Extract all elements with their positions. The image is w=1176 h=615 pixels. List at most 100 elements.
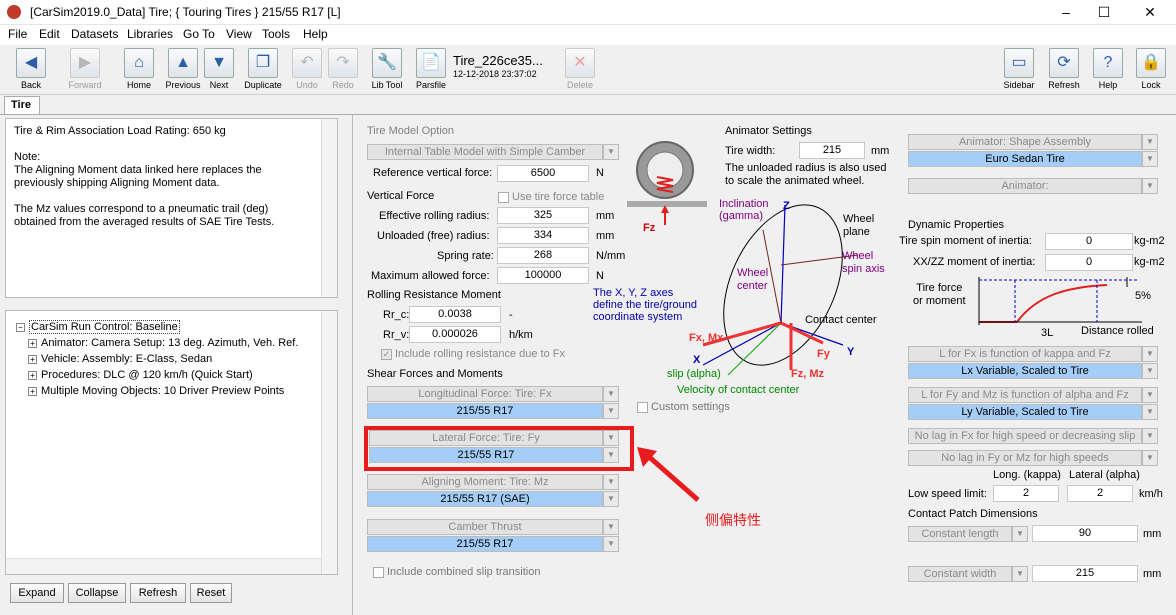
next-button[interactable]: ▼ Next xyxy=(196,48,242,92)
tree-root[interactable]: − CarSim Run Control: Baseline xyxy=(16,320,180,334)
chevron-down-icon[interactable]: ▼ xyxy=(603,144,619,160)
chevron-down-icon[interactable]: ▼ xyxy=(1142,450,1158,466)
vf-input-1[interactable]: 334 xyxy=(497,227,589,244)
menu-datasets[interactable]: Datasets xyxy=(71,27,118,41)
low-speed-lat-input[interactable]: 2 xyxy=(1067,485,1133,502)
vf-input-3[interactable]: 100000 xyxy=(497,267,589,284)
sidebar-button[interactable]: ▭ Sidebar xyxy=(996,48,1042,92)
vf-input-2[interactable]: 268 xyxy=(497,247,589,264)
refresh-tree-button[interactable]: Refresh xyxy=(130,583,186,603)
collapse-button[interactable]: Collapse xyxy=(68,583,126,603)
collapse-icon[interactable]: − xyxy=(16,322,25,332)
redo-button[interactable]: ↷ Redo xyxy=(320,48,366,92)
home-button[interactable]: ⌂ Home xyxy=(116,48,162,92)
chevron-down-icon[interactable]: ▼ xyxy=(603,474,619,490)
chevron-down-icon[interactable]: ▼ xyxy=(1142,151,1158,167)
duplicate-button[interactable]: ❐ Duplicate xyxy=(240,48,286,92)
expand-icon[interactable]: + xyxy=(28,370,37,380)
minimize-button[interactable]: – xyxy=(1048,2,1084,22)
spin-inertia-input[interactable]: 0 xyxy=(1045,233,1133,250)
vf-input-0[interactable]: 325 xyxy=(497,207,589,224)
refresh-button[interactable]: ⟳ Refresh xyxy=(1041,48,1087,92)
tire-model-dropdown[interactable]: Internal Table Model with Simple Camber xyxy=(367,144,603,160)
close-button[interactable]: ✕ xyxy=(1132,2,1168,22)
expand-icon[interactable]: + xyxy=(28,386,37,396)
aligning-moment-label[interactable]: Aligning Moment: Tire: Mz xyxy=(367,474,603,490)
constant-length-dropdown[interactable]: Constant length xyxy=(908,526,1012,542)
help-button[interactable]: ? Help xyxy=(1085,48,1131,92)
tree-item[interactable]: + Vehicle: Assembly: E-Class, Sedan xyxy=(28,353,212,365)
longitudinal-force-value[interactable]: 215/55 R17 xyxy=(367,403,603,419)
menu-help[interactable]: Help xyxy=(303,27,328,41)
tree-hscrollbar[interactable] xyxy=(6,558,321,574)
constant-width-input[interactable]: 215 xyxy=(1032,565,1138,582)
longitudinal-force-label[interactable]: Longitudinal Force: Tire: Fx xyxy=(367,386,603,402)
low-speed-long-input[interactable]: 2 xyxy=(993,485,1059,502)
constant-width-dropdown[interactable]: Constant width xyxy=(908,566,1012,582)
menu-file[interactable]: File xyxy=(8,27,27,41)
chevron-down-icon[interactable]: ▼ xyxy=(1142,134,1158,150)
xx-inertia-label: XX/ZZ moment of inertia: xyxy=(913,256,1036,268)
chevron-down-icon[interactable]: ▼ xyxy=(1142,346,1158,362)
menu-edit[interactable]: Edit xyxy=(39,27,60,41)
chevron-down-icon[interactable]: ▼ xyxy=(1142,404,1158,420)
animator-shape-value[interactable]: Euro Sedan Tire xyxy=(908,151,1142,167)
lfx-value[interactable]: Lx Variable, Scaled to Tire xyxy=(908,363,1142,379)
chevron-down-icon[interactable]: ▼ xyxy=(1142,387,1158,403)
chevron-down-icon[interactable]: ▼ xyxy=(603,386,619,402)
lfy-value[interactable]: Ly Variable, Scaled to Tire xyxy=(908,404,1142,420)
menu-view[interactable]: View xyxy=(226,27,252,41)
chevron-down-icon[interactable]: ▼ xyxy=(1142,178,1158,194)
maximize-button[interactable]: ☐ xyxy=(1086,2,1122,22)
chevron-down-icon[interactable]: ▼ xyxy=(1142,363,1158,379)
tree-item[interactable]: + Procedures: DLC @ 120 km/h (Quick Start… xyxy=(28,369,253,381)
main-panel: Tire Model Option Internal Table Model w… xyxy=(352,115,1176,615)
parsfile-button[interactable]: 📄 Parsfile xyxy=(408,48,454,92)
tab-tire[interactable]: Tire xyxy=(4,96,40,114)
chevron-down-icon[interactable]: ▼ xyxy=(1012,526,1028,542)
aligning-moment-value[interactable]: 215/55 R17 (SAE) xyxy=(367,491,603,507)
expand-button[interactable]: Expand xyxy=(10,583,64,603)
lfx-label[interactable]: L for Fx is function of kappa and Fz xyxy=(908,346,1142,362)
rr-v-input[interactable]: 0.000026 xyxy=(409,326,501,343)
custom-settings-checkbox[interactable]: Custom settings xyxy=(637,401,730,413)
z-axis-label: Z xyxy=(783,200,790,212)
menu-tools[interactable]: Tools xyxy=(262,27,290,41)
expand-icon[interactable]: + xyxy=(28,354,37,364)
use-tire-table-checkbox[interactable]: Use tire force table xyxy=(498,191,604,203)
lfy-label[interactable]: L for Fy and Mz is function of alpha and… xyxy=(908,387,1142,403)
tree-vscrollbar[interactable] xyxy=(321,311,337,574)
rr-c-input[interactable]: 0.0038 xyxy=(409,306,501,323)
back-button[interactable]: ◀ Back xyxy=(8,48,54,92)
chevron-down-icon[interactable]: ▼ xyxy=(603,536,619,552)
expand-icon[interactable]: + xyxy=(28,338,37,348)
animator-label[interactable]: Animator: xyxy=(908,178,1142,194)
constant-length-input[interactable]: 90 xyxy=(1032,525,1138,542)
forward-button[interactable]: ▶ Forward xyxy=(62,48,108,92)
camber-thrust-value[interactable]: 215/55 R17 xyxy=(367,536,603,552)
reset-button[interactable]: Reset xyxy=(190,583,232,603)
camber-thrust-label[interactable]: Camber Thrust xyxy=(367,519,603,535)
tree-item[interactable]: + Animator: Camera Setup: 13 deg. Azimuth… xyxy=(28,337,298,349)
chevron-down-icon[interactable]: ▼ xyxy=(1012,566,1028,582)
combined-slip-checkbox[interactable]: Include combined slip transition xyxy=(373,566,540,578)
lib-tool-button[interactable]: 🔧 Lib Tool xyxy=(364,48,410,92)
animator-shape-label[interactable]: Animator: Shape Assembly xyxy=(908,134,1142,150)
notes-panel[interactable]: Tire & Rim Association Load Rating: 650 … xyxy=(5,118,338,298)
nolag-fy-dropdown[interactable]: No lag in Fy or Mz for high speeds xyxy=(908,450,1142,466)
menu-libraries[interactable]: Libraries xyxy=(127,27,173,41)
chevron-down-icon[interactable]: ▼ xyxy=(1142,428,1158,444)
chevron-down-icon[interactable]: ▼ xyxy=(603,403,619,419)
tree-item[interactable]: + Multiple Moving Objects: 10 Driver Prev… xyxy=(28,385,284,397)
ref-vert-force-input[interactable]: 6500 xyxy=(497,165,589,182)
tire-width-input[interactable]: 215 xyxy=(799,142,865,159)
chevron-down-icon[interactable]: ▼ xyxy=(603,519,619,535)
xx-inertia-input[interactable]: 0 xyxy=(1045,254,1133,271)
chevron-down-icon[interactable]: ▼ xyxy=(603,491,619,507)
notes-scrollbar[interactable] xyxy=(321,119,337,297)
delete-button[interactable]: ✕ Delete xyxy=(557,48,603,92)
include-rr-checkbox[interactable]: ✓ Include rolling resistance due to Fx xyxy=(381,348,565,360)
menu-goto[interactable]: Go To xyxy=(183,27,215,41)
nolag-fx-dropdown[interactable]: No lag in Fx for high speed or decreasin… xyxy=(908,428,1142,444)
lock-button[interactable]: 🔒 Lock xyxy=(1128,48,1174,92)
